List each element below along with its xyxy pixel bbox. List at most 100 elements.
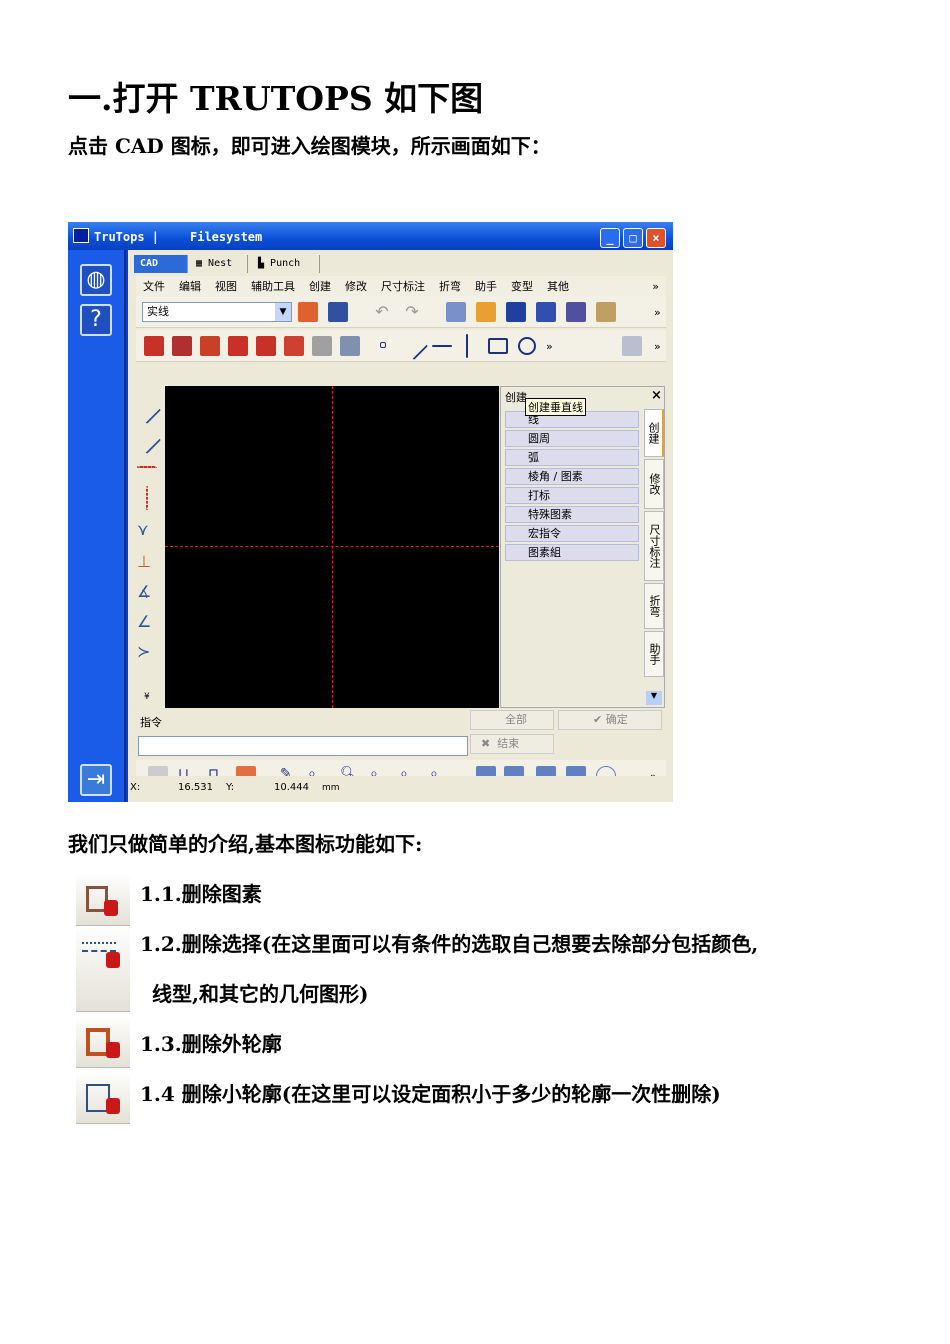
delete-color-icon[interactable] (284, 336, 304, 356)
maximize-button[interactable]: □ (623, 228, 643, 248)
vertical-line-icon[interactable] (466, 334, 468, 358)
menu-other[interactable]: 其他 (547, 278, 569, 294)
menu-more[interactable]: » (652, 280, 659, 293)
tab-label: Punch (270, 258, 301, 269)
menu-bend[interactable]: 折弯 (439, 278, 461, 294)
end-button[interactable]: ✖ 结束 (470, 734, 554, 754)
expand-icon[interactable]: ¥ (144, 692, 150, 702)
save-all-icon[interactable] (536, 302, 556, 322)
item-2-continuation: 线型,和其它的几何图形) (152, 982, 369, 1006)
angle-bisector-icon[interactable]: ⋎ (137, 520, 157, 540)
panel-row-group[interactable]: 图素組 (505, 544, 639, 561)
globe-icon[interactable]: ◍ (80, 264, 112, 296)
menu-tools[interactable]: 辅助工具 (251, 278, 295, 294)
vertical-dotted-icon[interactable] (146, 486, 148, 510)
menu-create[interactable]: 创建 (309, 278, 331, 294)
point-icon[interactable] (380, 342, 386, 348)
dotted-line-icon[interactable] (137, 466, 157, 468)
scroll-down-icon[interactable]: ▼ (646, 691, 662, 705)
menu-file[interactable]: 文件 (143, 278, 165, 294)
row-label: 特殊图素 (528, 508, 572, 521)
linetype-select[interactable]: 实线 ▼ (142, 302, 292, 322)
chamfer-icon[interactable] (622, 336, 642, 356)
vtab-dimension[interactable]: 尺寸标注 (644, 511, 664, 581)
panel-row-circle[interactable]: 圆周 (505, 430, 639, 447)
linecolor-icon[interactable] (298, 302, 318, 322)
main-area: CAD ▦ Nest ▙ Punch 文件 编辑 视图 辅助工具 创建 修改 尺… (128, 250, 673, 802)
toolbar-more[interactable]: » (546, 340, 553, 353)
vertical-toolbar: ⋎ ⊥ ∡ ∠ ≻ ¥ (130, 386, 164, 708)
drawing-canvas[interactable] (165, 386, 499, 708)
import-icon[interactable] (596, 302, 616, 322)
vtab-assistant[interactable]: 助手 (644, 631, 664, 677)
panel-row-arc[interactable]: 弧 (505, 449, 639, 466)
delete-gray-icon[interactable] (312, 336, 332, 356)
toolbar-more[interactable]: » (654, 306, 661, 319)
tab-punch[interactable]: ▙ Punch (252, 255, 320, 273)
new-file-icon[interactable] (446, 302, 466, 322)
horizontal-axis (165, 546, 499, 547)
panel-close-icon[interactable]: × (651, 388, 662, 403)
layer-icon[interactable] (328, 302, 348, 322)
delete-outer-contour-icon[interactable] (200, 336, 220, 356)
panel-row-mark[interactable]: 打标 (505, 487, 639, 504)
title-bar: TruTops | Filesystem _ □ × (68, 222, 673, 250)
panel-row-corner[interactable]: 棱角 / 图素 (505, 468, 639, 485)
vtab-modify[interactable]: 修改 (644, 459, 664, 509)
line-icon[interactable] (399, 331, 429, 361)
menu-assistant[interactable]: 助手 (475, 278, 497, 294)
menu-dimension[interactable]: 尺寸标注 (381, 278, 425, 294)
menu-modify[interactable]: 修改 (345, 278, 367, 294)
button-label: 结束 (497, 737, 520, 750)
intro-text: 点击 CAD 图标，即可进入绘图模块，所示画面如下： (68, 134, 551, 158)
linetype-value: 实线 (147, 305, 169, 318)
save-icon[interactable] (506, 302, 526, 322)
confirm-button[interactable]: ✔ 确定 (558, 710, 662, 730)
arc-tangent-icon[interactable]: ≻ (137, 642, 157, 662)
trutops-screenshot: TruTops | Filesystem _ □ × ◍ ? ⇥ CAD ▦ N… (68, 222, 673, 802)
circle-icon[interactable] (518, 337, 536, 355)
row-label: 圆周 (528, 432, 550, 445)
title-app: TruTops | (94, 230, 160, 244)
title-section: Filesystem (190, 230, 263, 244)
angle-line-icon[interactable]: ∡ (137, 582, 157, 602)
undo-icon[interactable]: ↶ (372, 302, 392, 322)
close-button[interactable]: × (646, 228, 666, 248)
tab-cad[interactable]: CAD (134, 255, 188, 273)
tangent-line-icon[interactable] (132, 395, 162, 425)
delete-selection-icon[interactable] (172, 336, 192, 356)
tab-nest[interactable]: ▦ Nest (190, 255, 248, 273)
select-all-button[interactable]: 全部 (470, 710, 554, 730)
item-2-text: 1.2.删除选择(在这里面可以有条件的选取自己想要去除部分包括颜色, (140, 932, 759, 956)
horizontal-line-icon[interactable] (432, 345, 452, 347)
delete-element-icon[interactable] (144, 336, 164, 356)
row-label: 棱角 / 图素 (528, 470, 583, 483)
exit-icon[interactable]: ⇥ (80, 764, 112, 796)
delete-area-icon[interactable] (340, 336, 360, 356)
delete-element-icon (76, 876, 130, 926)
item-3-text: 1.3.删除外轮廓 (140, 1032, 282, 1056)
command-input[interactable] (138, 736, 468, 756)
open-file-icon[interactable] (476, 302, 496, 322)
page-heading: 一.打开 TRUTOPS 如下图 (68, 79, 484, 118)
vtab-bend[interactable]: 折弯 (644, 583, 664, 629)
panel-row-special[interactable]: 特殊图素 (505, 506, 639, 523)
parallel-line-icon[interactable] (132, 425, 162, 455)
toolbar-more[interactable]: » (654, 340, 661, 353)
vtab-create[interactable]: 创建 (644, 409, 664, 457)
help-icon[interactable]: ? (80, 304, 112, 336)
redo-icon[interactable]: ↷ (402, 302, 422, 322)
delete-inner-icon[interactable] (256, 336, 276, 356)
menu-view[interactable]: 视图 (215, 278, 237, 294)
panel-row-macro[interactable]: 宏指令 (505, 525, 639, 542)
delete-small-contour-icon[interactable] (228, 336, 248, 356)
perpendicular-icon[interactable]: ⊥ (137, 552, 157, 572)
x-label: X: (130, 782, 141, 793)
delete-outer-contour-icon (76, 1018, 130, 1068)
menu-edit[interactable]: 编辑 (179, 278, 201, 294)
menu-variant[interactable]: 变型 (511, 278, 533, 294)
save-as-icon[interactable] (566, 302, 586, 322)
minimize-button[interactable]: _ (600, 228, 620, 248)
angle-icon[interactable]: ∠ (137, 612, 157, 632)
rectangle-icon[interactable] (488, 338, 508, 354)
